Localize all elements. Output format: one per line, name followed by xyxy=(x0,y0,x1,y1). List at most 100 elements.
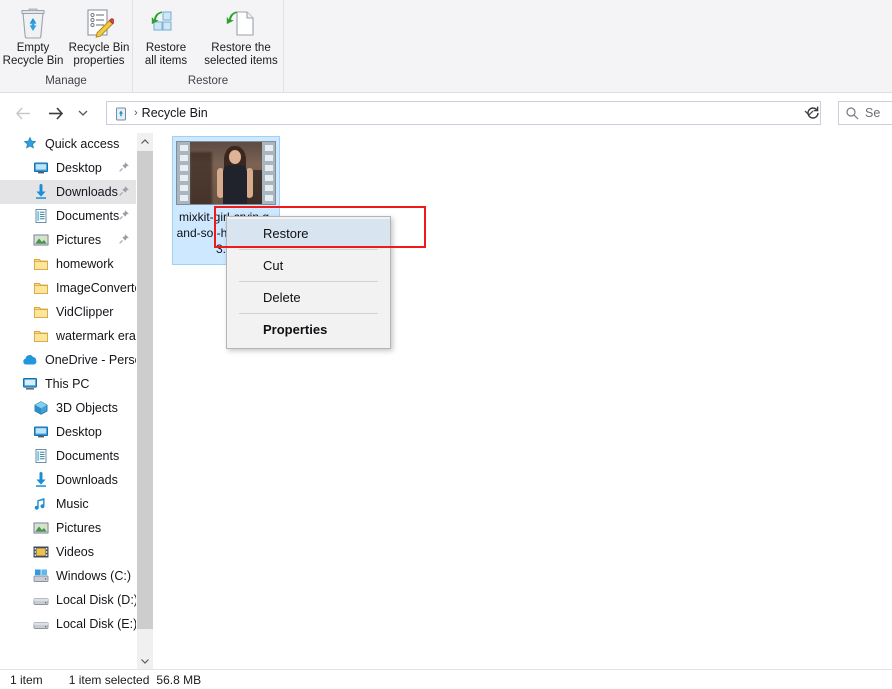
sidebar-item-label: homework xyxy=(56,257,114,271)
recycle-bin-properties-button[interactable]: Recycle Bin properties xyxy=(66,2,132,67)
forward-button[interactable] xyxy=(42,100,68,126)
sidebar-item-quick-access[interactable]: Quick access xyxy=(0,132,136,156)
pin-icon[interactable] xyxy=(118,233,130,245)
3d-objects-icon xyxy=(34,401,48,415)
sidebar-item-watermark-erase[interactable]: watermark erase xyxy=(0,324,136,348)
scroll-up-button[interactable] xyxy=(137,133,153,150)
sidebar-item-desktop[interactable]: Desktop xyxy=(0,420,136,444)
file-explorer-window: Empty Recycle Bin Recycle Bin properties… xyxy=(0,0,892,689)
properties-icon xyxy=(82,6,116,40)
sidebar-item-windows-c[interactable]: Windows (C:) xyxy=(0,564,136,588)
refresh-button[interactable] xyxy=(800,100,826,126)
sidebar-item-label: VidClipper xyxy=(56,305,114,319)
sidebar-item-pictures[interactable]: Pictures xyxy=(0,516,136,540)
documents-icon xyxy=(35,449,47,463)
sidebar-item-this-pc[interactable]: This PC xyxy=(0,372,136,396)
drive-icon xyxy=(33,616,49,632)
sidebar-item-label: Documents xyxy=(56,449,120,463)
folder-icon xyxy=(33,328,49,344)
sidebar-item-videos[interactable]: Videos xyxy=(0,540,136,564)
sidebar-item-desktop[interactable]: Desktop xyxy=(0,156,136,180)
empty-recycle-bin-label: Empty Recycle Bin xyxy=(2,42,64,67)
desktop-icon xyxy=(34,162,48,174)
restore-all-icon xyxy=(149,6,183,40)
star-pin-icon xyxy=(23,136,37,149)
status-size: 56.8 MB xyxy=(156,672,202,687)
context-menu-item-restore[interactable]: Restore xyxy=(227,219,390,248)
pin-icon xyxy=(119,186,129,196)
scrollbar-thumb[interactable] xyxy=(137,151,153,629)
sidebar-item-label: Local Disk (E:) xyxy=(56,617,136,631)
sidebar-item-documents[interactable]: Documents xyxy=(0,444,136,468)
ribbon-group-manage: Empty Recycle Bin Recycle Bin properties… xyxy=(0,0,133,93)
pin-icon[interactable] xyxy=(118,185,130,197)
status-bar: 1 item 1 item selected 56.8 MB xyxy=(0,669,892,689)
sidebar-item-label: Videos xyxy=(56,545,94,559)
desktop-icon xyxy=(34,426,48,438)
pictures-icon xyxy=(33,234,49,246)
search-icon xyxy=(845,106,859,120)
film-strip-left xyxy=(177,142,190,204)
context-menu-separator xyxy=(239,313,378,314)
thumbnail-frame xyxy=(190,142,262,204)
ribbon-group-restore-label: Restore xyxy=(187,75,229,87)
sidebar-item-3d-objects[interactable]: 3D Objects xyxy=(0,396,136,420)
music-icon xyxy=(33,496,49,512)
sidebar-item-imageconverter[interactable]: ImageConverter xyxy=(0,276,136,300)
desktop-icon xyxy=(33,424,49,440)
ribbon-group-restore-items: Restore all items Restore the selected i… xyxy=(133,0,283,72)
sidebar-item-pictures[interactable]: Pictures xyxy=(0,228,136,252)
documents-icon xyxy=(33,448,49,464)
videos-icon xyxy=(33,544,49,560)
context-menu-item-cut[interactable]: Cut xyxy=(227,251,390,280)
recent-locations-button[interactable] xyxy=(70,100,96,126)
sidebar-item-local-disk-d[interactable]: Local Disk (D:) xyxy=(0,588,136,612)
search-box[interactable]: Se xyxy=(838,101,892,125)
back-button[interactable] xyxy=(10,100,36,126)
sidebar-item-label: Local Disk (D:) xyxy=(56,593,136,607)
downloads-icon xyxy=(33,184,49,200)
folder-icon xyxy=(34,307,48,318)
folder-icon xyxy=(34,283,48,294)
sidebar-item-music[interactable]: Music xyxy=(0,492,136,516)
folder-icon xyxy=(34,331,48,342)
status-item-count: 1 item xyxy=(10,672,43,687)
video-thumbnail xyxy=(176,141,276,205)
sidebar-item-label: Downloads xyxy=(56,185,118,199)
drive-icon xyxy=(33,598,49,605)
3d-objects-icon xyxy=(33,400,49,416)
downloads-icon xyxy=(36,184,46,199)
sidebar-item-local-disk-e[interactable]: Local Disk (E:) xyxy=(0,612,136,636)
address-path-box[interactable]: › Recycle Bin xyxy=(106,101,821,125)
sidebar-item-vidclipper[interactable]: VidClipper xyxy=(0,300,136,324)
context-menu-item-delete[interactable]: Delete xyxy=(227,283,390,312)
sidebar-item-homework[interactable]: homework xyxy=(0,252,136,276)
recycle-bin-properties-label: Recycle Bin properties xyxy=(68,42,130,67)
sidebar-item-label: Pictures xyxy=(56,233,102,247)
empty-recycle-bin-button[interactable]: Empty Recycle Bin xyxy=(0,2,66,67)
context-menu-item-properties[interactable]: Properties xyxy=(227,315,390,344)
chevron-up-icon xyxy=(141,138,149,144)
pin-icon[interactable] xyxy=(118,161,130,173)
refresh-icon xyxy=(807,106,819,119)
music-icon xyxy=(34,498,45,510)
restore-all-items-button[interactable]: Restore all items xyxy=(133,2,199,67)
sidebar-item-downloads[interactable]: Downloads xyxy=(0,468,136,492)
drive-icon xyxy=(33,622,49,629)
pin-icon[interactable] xyxy=(118,209,130,221)
chevron-down-icon xyxy=(141,658,149,664)
restore-selected-items-button[interactable]: Restore the selected items xyxy=(199,2,283,67)
context-menu[interactable]: Restore Cut Delete Properties xyxy=(226,216,391,349)
scroll-down-button[interactable] xyxy=(137,652,153,669)
pictures-icon xyxy=(33,520,49,536)
file-list-pane[interactable]: mixkit-girl-cryin g-and-so -heartbro 53.… xyxy=(154,132,892,669)
sidebar-item-onedrive-person[interactable]: OneDrive - Person xyxy=(0,348,136,372)
documents-icon xyxy=(33,208,49,224)
windows-drive-icon xyxy=(33,569,49,582)
navigation-sidebar: Quick access Desktop Downloads Documents Pic… xyxy=(0,132,136,669)
downloads-icon xyxy=(33,472,49,488)
sidebar-item-downloads[interactable]: Downloads xyxy=(0,180,136,204)
folder-icon xyxy=(34,259,48,270)
sidebar-item-documents[interactable]: Documents xyxy=(0,204,136,228)
sidebar-scrollbar[interactable] xyxy=(137,133,153,669)
